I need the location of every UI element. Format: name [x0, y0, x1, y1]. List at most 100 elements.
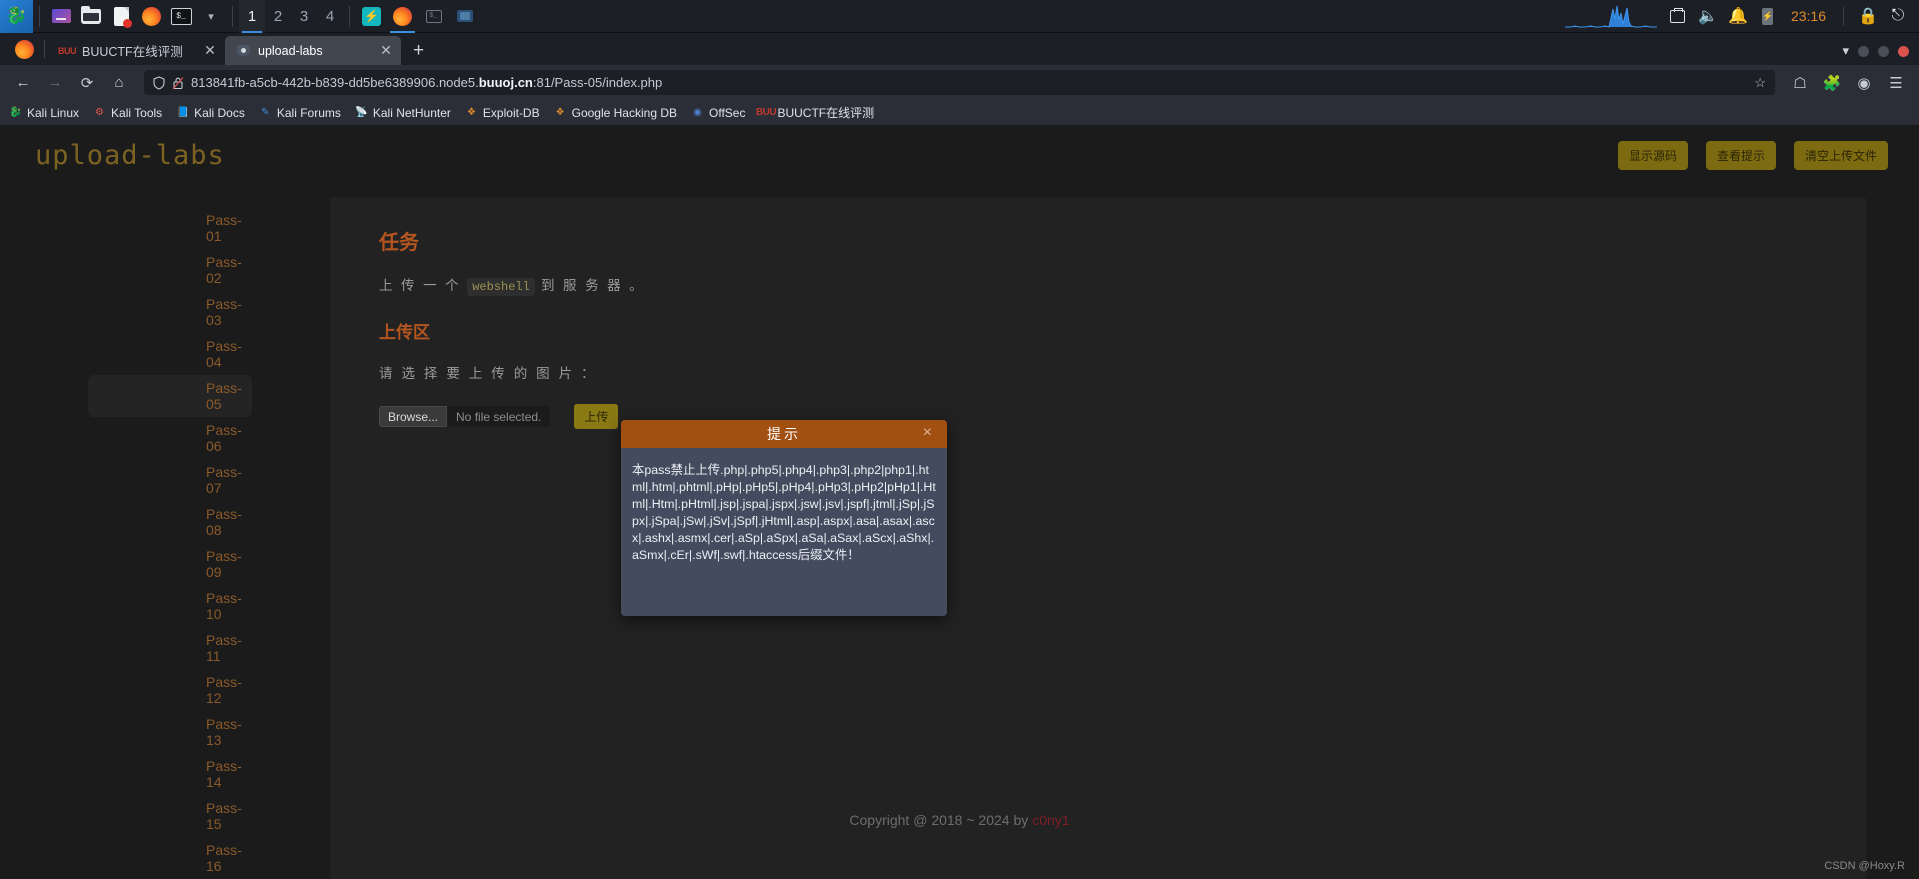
sidebar-item-pass-13[interactable]: Pass-13 [88, 711, 252, 753]
folder-icon[interactable] [76, 0, 106, 33]
sidebar-item-pass-12[interactable]: Pass-12 [88, 669, 252, 711]
forward-button[interactable]: → [41, 69, 69, 97]
tab-upload-labs-label: upload-labs [258, 43, 323, 58]
ethernet-icon[interactable] [1665, 0, 1691, 33]
kali-dragon-icon: 🐉 [9, 107, 22, 118]
show-source-button[interactable]: 显示源码 [1617, 140, 1688, 170]
bookmark-kali-tools-label: Kali Tools [111, 105, 163, 120]
list-all-tabs-icon[interactable]: ▾ [1842, 43, 1849, 59]
bookmark-kali-linux[interactable]: 🐉 Kali Linux [9, 106, 79, 120]
close-icon[interactable]: × [923, 424, 935, 442]
navigation-toolbar: ← → ⟳ ⌂ 813841fb-a5cb-442b-b839-dd5be638… [0, 65, 1919, 100]
google-hacking-icon: ❖ [555, 107, 565, 118]
nethunter-icon: 📡 [355, 107, 368, 118]
bookmark-star-icon[interactable]: ☆ [1754, 75, 1766, 91]
clock[interactable]: 23:16 [1785, 8, 1832, 24]
alert-dialog: 提示 × 本pass禁止上传.php|.php5|.php4|.php3|.ph… [621, 420, 947, 616]
sidebar-item-pass-04[interactable]: Pass-04 [88, 333, 252, 375]
insecure-lock-icon[interactable] [172, 76, 184, 90]
workspace-3[interactable]: 3 [291, 0, 317, 33]
file-input[interactable]: Browse... No file selected. [379, 406, 551, 427]
taskbar-divider [39, 5, 40, 27]
volume-icon[interactable]: 🔈 [1695, 0, 1721, 33]
bookmark-offsec-label: OffSec [709, 105, 746, 120]
account-icon[interactable]: ◉ [1850, 69, 1878, 97]
browse-button[interactable]: Browse... [379, 406, 448, 427]
sidebar-item-pass-06[interactable]: Pass-06 [88, 417, 252, 459]
chevron-down-icon[interactable]: ▾ [196, 0, 226, 33]
bookmark-kali-docs[interactable]: 📘 Kali Docs [176, 106, 244, 120]
terminal-icon[interactable]: $_ [166, 0, 196, 33]
terminal-window-icon[interactable]: $_ [418, 0, 449, 33]
sidebar-item-pass-03[interactable]: Pass-03 [88, 291, 252, 333]
firefox-icon[interactable] [136, 0, 166, 33]
upload-prompt: 请 选 择 要 上 传 的 图 片 ： [379, 366, 598, 381]
firefox-window: BUU BUUCTF在线评测 ✕ upload-labs ✕ + ▾ ← → ⟳… [0, 33, 1919, 879]
footer-author[interactable]: c0ny1 [1032, 812, 1069, 828]
bookmark-exploit-db[interactable]: ❖ Exploit-DB [465, 106, 540, 120]
watermark: CSDN @Hoxy.R [1824, 860, 1905, 872]
sidebar-item-pass-09[interactable]: Pass-09 [88, 543, 252, 585]
bookmark-kali-forums-label: Kali Forums [276, 105, 341, 120]
extensions-icon[interactable]: 🧩 [1818, 69, 1846, 97]
bookmarks-bar: 🐉 Kali Linux ⚙ Kali Tools 📘 Kali Docs ✎ … [0, 100, 1919, 125]
new-tab-button[interactable]: + [401, 40, 436, 65]
document-icon[interactable] [106, 0, 136, 33]
shield-icon[interactable] [153, 75, 165, 90]
tab-upload-labs[interactable]: upload-labs ✕ [225, 36, 401, 65]
bookmark-google-hacking-db-label: Google Hacking DB [571, 105, 677, 120]
battery-icon[interactable]: ⚡ [1755, 0, 1781, 33]
sidebar-item-pass-07[interactable]: Pass-07 [88, 459, 252, 501]
bookmark-offsec[interactable]: ◉ OffSec [691, 106, 745, 120]
address-bar[interactable]: 813841fb-a5cb-442b-b839-dd5be6389906.nod… [144, 70, 1775, 95]
bookmark-google-hacking-db[interactable]: ❖ Google Hacking DB [554, 106, 677, 120]
maximize-button[interactable] [1878, 45, 1889, 57]
home-button[interactable]: ⌂ [105, 69, 133, 97]
sidebar-item-pass-11[interactable]: Pass-11 [88, 627, 252, 669]
sidebar-item-pass-05[interactable]: Pass-05 [88, 375, 252, 417]
bookmark-kali-forums[interactable]: ✎ Kali Forums [259, 106, 341, 120]
system-taskbar: 🐉 $_ ▾ 1 2 3 4 ⚡ $_ 🔈 🔔 ⚡ 23:16 🔒 ⎋ [0, 0, 1919, 33]
dialog-title: 提示 [767, 426, 801, 442]
bookmark-buuctf-label: BUUCTF在线评测 [777, 106, 875, 120]
tab-buuctf[interactable]: BUU BUUCTF在线评测 ✕ [49, 36, 225, 65]
site-logo[interactable]: upload-labs [35, 140, 225, 171]
vm-window-icon[interactable] [449, 0, 480, 33]
pocket-icon[interactable]: ☖ [1786, 69, 1814, 97]
url-prefix: 813841fb-a5cb-442b-b839-dd5be6389906.nod… [191, 75, 479, 90]
tab-buuctf-close-icon[interactable]: ✕ [203, 42, 217, 59]
back-button[interactable]: ← [9, 69, 37, 97]
kali-menu-button[interactable]: 🐉 [0, 0, 33, 33]
footer-copyright: Copyright @ 2018 ~ 2024 by [849, 812, 1029, 828]
sidebar-item-pass-01[interactable]: Pass-01 [88, 207, 252, 249]
lock-icon[interactable]: 🔒 [1855, 0, 1881, 33]
close-window-button[interactable] [1898, 45, 1909, 57]
workspace-4[interactable]: 4 [317, 0, 343, 33]
logout-icon[interactable]: ⎋ [1885, 0, 1911, 33]
taskbar-divider-3 [349, 5, 350, 27]
sidebar-item-pass-08[interactable]: Pass-08 [88, 501, 252, 543]
reload-button[interactable]: ⟳ [73, 69, 101, 97]
bookmark-kali-linux-label: Kali Linux [27, 105, 80, 120]
tray-divider [1843, 6, 1844, 26]
menu-icon[interactable]: ☰ [1882, 69, 1910, 97]
workspace-1[interactable]: 1 [239, 0, 265, 33]
clear-uploads-button[interactable]: 清空上传文件 [1793, 140, 1888, 170]
upload-submit-button[interactable]: 上传 [574, 404, 619, 429]
bookmark-kali-tools[interactable]: ⚙ Kali Tools [93, 106, 162, 120]
workspace-2[interactable]: 2 [265, 0, 291, 33]
files-manager-icon[interactable] [46, 0, 76, 33]
task-text-after: 到 服 务 器 。 [540, 278, 646, 293]
tab-upload-labs-close-icon[interactable]: ✕ [379, 42, 393, 59]
tab-buuctf-label: BUUCTF在线评测 [82, 45, 183, 59]
minimize-button[interactable] [1858, 45, 1869, 57]
bookmark-buuctf[interactable]: BUU BUUCTF在线评测 [756, 104, 875, 121]
view-hint-button[interactable]: 查看提示 [1705, 140, 1776, 170]
sidebar-item-pass-02[interactable]: Pass-02 [88, 249, 252, 291]
firefox-window-icon[interactable] [387, 0, 418, 33]
bookmark-kali-nethunter[interactable]: 📡 Kali NetHunter [355, 106, 451, 120]
bell-icon[interactable]: 🔔 [1725, 0, 1751, 33]
burpsuite-icon[interactable]: ⚡ [356, 0, 387, 33]
task-heading: 任务 [379, 232, 419, 254]
sidebar-item-pass-10[interactable]: Pass-10 [88, 585, 252, 627]
